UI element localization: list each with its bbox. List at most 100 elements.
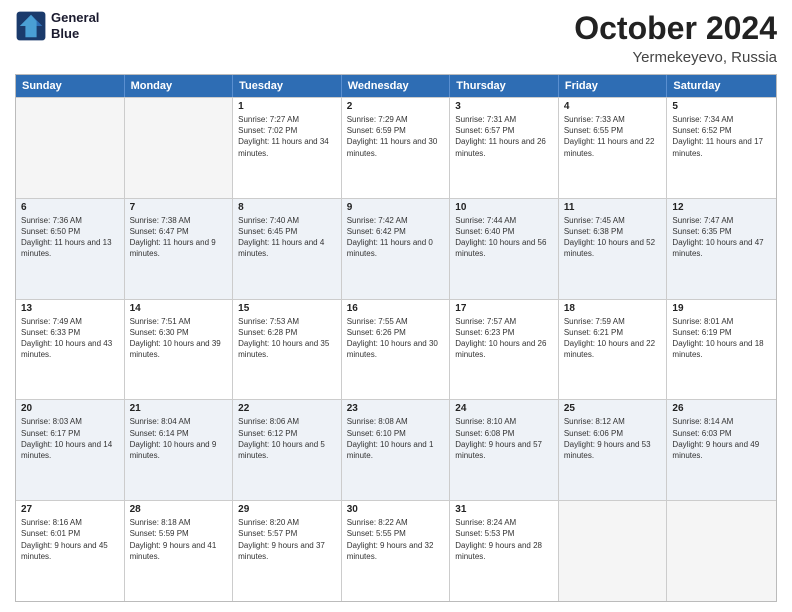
calendar-week-3: 13Sunrise: 7:49 AM Sunset: 6:33 PM Dayli…	[16, 299, 776, 400]
calendar-cell: 3 Sunrise: 7:31 AM Sunset: 6:57 PM Daylig…	[450, 98, 559, 198]
day-number: 15	[238, 303, 336, 314]
day-number: 23	[347, 403, 445, 414]
calendar-cell	[667, 501, 776, 601]
calendar-cell: 5 Sunrise: 7:34 AM Sunset: 6:52 PM Daylig…	[667, 98, 776, 198]
day-number: 7	[130, 202, 228, 213]
day-info: Sunrise: 8:20 AM Sunset: 5:57 PM Dayligh…	[238, 517, 336, 562]
logo-text: General Blue	[51, 10, 99, 41]
day-number: 29	[238, 504, 336, 515]
calendar-cell: 2 Sunrise: 7:29 AM Sunset: 6:59 PM Daylig…	[342, 98, 451, 198]
calendar-header: SundayMondayTuesdayWednesdayThursdayFrid…	[16, 75, 776, 97]
day-number: 3	[455, 101, 553, 112]
calendar-cell: 14Sunrise: 7:51 AM Sunset: 6:30 PM Dayli…	[125, 300, 234, 400]
logo-line2: Blue	[51, 26, 99, 42]
day-number: 25	[564, 403, 662, 414]
calendar-cell: 8Sunrise: 7:40 AM Sunset: 6:45 PM Daylig…	[233, 199, 342, 299]
day-number: 13	[21, 303, 119, 314]
day-info: Sunrise: 7:34 AM Sunset: 6:52 PM Dayligh…	[672, 114, 771, 159]
calendar-cell	[125, 98, 234, 198]
calendar-cell: 31 Sunrise: 8:24 AM Sunset: 5:53 PM Dayli…	[450, 501, 559, 601]
calendar-cell: 22 Sunrise: 8:06 AM Sunset: 6:12 PM Dayli…	[233, 400, 342, 500]
calendar-cell: 4 Sunrise: 7:33 AM Sunset: 6:55 PM Daylig…	[559, 98, 668, 198]
logo-line1: General	[51, 10, 99, 26]
day-info: Sunrise: 8:18 AM Sunset: 5:59 PM Dayligh…	[130, 517, 228, 562]
calendar-week-2: 6 Sunrise: 7:36 AM Sunset: 6:50 PM Daylig…	[16, 198, 776, 299]
calendar-cell: 29 Sunrise: 8:20 AM Sunset: 5:57 PM Dayli…	[233, 501, 342, 601]
calendar-cell	[559, 501, 668, 601]
calendar-cell: 23 Sunrise: 8:08 AM Sunset: 6:10 PM Dayli…	[342, 400, 451, 500]
calendar-cell: 28Sunrise: 8:18 AM Sunset: 5:59 PM Dayli…	[125, 501, 234, 601]
day-number: 17	[455, 303, 553, 314]
header-day-sunday: Sunday	[16, 75, 125, 97]
day-info: Sunrise: 8:08 AM Sunset: 6:10 PM Dayligh…	[347, 416, 445, 461]
day-number: 19	[672, 303, 771, 314]
day-info: Sunrise: 8:04 AM Sunset: 6:14 PM Dayligh…	[130, 416, 228, 461]
calendar-cell: 1 Sunrise: 7:27 AM Sunset: 7:02 PM Daylig…	[233, 98, 342, 198]
header-day-friday: Friday	[559, 75, 668, 97]
calendar-cell: 11 Sunrise: 7:45 AM Sunset: 6:38 PM Dayli…	[559, 199, 668, 299]
day-info: Sunrise: 7:57 AM Sunset: 6:23 PM Dayligh…	[455, 316, 553, 361]
day-number: 5	[672, 101, 771, 112]
day-number: 12	[672, 202, 771, 213]
day-number: 21	[130, 403, 228, 414]
day-info: Sunrise: 7:33 AM Sunset: 6:55 PM Dayligh…	[564, 114, 662, 159]
calendar-cell: 16Sunrise: 7:55 AM Sunset: 6:26 PM Dayli…	[342, 300, 451, 400]
calendar-cell: 18Sunrise: 7:59 AM Sunset: 6:21 PM Dayli…	[559, 300, 668, 400]
calendar-cell: 13Sunrise: 7:49 AM Sunset: 6:33 PM Dayli…	[16, 300, 125, 400]
day-info: Sunrise: 7:31 AM Sunset: 6:57 PM Dayligh…	[455, 114, 553, 159]
calendar-body: 1 Sunrise: 7:27 AM Sunset: 7:02 PM Daylig…	[16, 97, 776, 601]
day-number: 6	[21, 202, 119, 213]
header: General Blue October 2024 Yermekeyevo, R…	[15, 10, 777, 66]
day-number: 8	[238, 202, 336, 213]
calendar-cell: 10Sunrise: 7:44 AM Sunset: 6:40 PM Dayli…	[450, 199, 559, 299]
calendar-cell: 21 Sunrise: 8:04 AM Sunset: 6:14 PM Dayli…	[125, 400, 234, 500]
day-info: Sunrise: 7:59 AM Sunset: 6:21 PM Dayligh…	[564, 316, 662, 361]
day-number: 1	[238, 101, 336, 112]
day-info: Sunrise: 8:01 AM Sunset: 6:19 PM Dayligh…	[672, 316, 771, 361]
calendar-cell: 6 Sunrise: 7:36 AM Sunset: 6:50 PM Daylig…	[16, 199, 125, 299]
logo-icon	[15, 10, 47, 42]
calendar-cell: 27 Sunrise: 8:16 AM Sunset: 6:01 PM Dayli…	[16, 501, 125, 601]
day-info: Sunrise: 8:12 AM Sunset: 6:06 PM Dayligh…	[564, 416, 662, 461]
day-info: Sunrise: 8:06 AM Sunset: 6:12 PM Dayligh…	[238, 416, 336, 461]
calendar-week-1: 1 Sunrise: 7:27 AM Sunset: 7:02 PM Daylig…	[16, 97, 776, 198]
day-info: Sunrise: 7:45 AM Sunset: 6:38 PM Dayligh…	[564, 215, 662, 260]
calendar-cell: 30Sunrise: 8:22 AM Sunset: 5:55 PM Dayli…	[342, 501, 451, 601]
day-number: 31	[455, 504, 553, 515]
calendar-week-5: 27 Sunrise: 8:16 AM Sunset: 6:01 PM Dayli…	[16, 500, 776, 601]
header-day-monday: Monday	[125, 75, 234, 97]
calendar-cell: 15 Sunrise: 7:53 AM Sunset: 6:28 PM Dayli…	[233, 300, 342, 400]
day-info: Sunrise: 8:03 AM Sunset: 6:17 PM Dayligh…	[21, 416, 119, 461]
day-number: 2	[347, 101, 445, 112]
day-info: Sunrise: 7:47 AM Sunset: 6:35 PM Dayligh…	[672, 215, 771, 260]
header-day-thursday: Thursday	[450, 75, 559, 97]
day-info: Sunrise: 7:38 AM Sunset: 6:47 PM Dayligh…	[130, 215, 228, 260]
day-info: Sunrise: 8:24 AM Sunset: 5:53 PM Dayligh…	[455, 517, 553, 562]
day-info: Sunrise: 7:29 AM Sunset: 6:59 PM Dayligh…	[347, 114, 445, 159]
day-number: 16	[347, 303, 445, 314]
day-number: 24	[455, 403, 553, 414]
calendar-cell: 12 Sunrise: 7:47 AM Sunset: 6:35 PM Dayli…	[667, 199, 776, 299]
day-number: 11	[564, 202, 662, 213]
calendar-cell: 25 Sunrise: 8:12 AM Sunset: 6:06 PM Dayli…	[559, 400, 668, 500]
calendar-week-4: 20 Sunrise: 8:03 AM Sunset: 6:17 PM Dayli…	[16, 399, 776, 500]
location-title: Yermekeyevo, Russia	[574, 49, 777, 66]
day-info: Sunrise: 8:14 AM Sunset: 6:03 PM Dayligh…	[672, 416, 771, 461]
day-number: 22	[238, 403, 336, 414]
calendar-cell: 20 Sunrise: 8:03 AM Sunset: 6:17 PM Dayli…	[16, 400, 125, 500]
header-day-wednesday: Wednesday	[342, 75, 451, 97]
day-info: Sunrise: 7:53 AM Sunset: 6:28 PM Dayligh…	[238, 316, 336, 361]
day-info: Sunrise: 7:36 AM Sunset: 6:50 PM Dayligh…	[21, 215, 119, 260]
day-info: Sunrise: 7:27 AM Sunset: 7:02 PM Dayligh…	[238, 114, 336, 159]
day-info: Sunrise: 7:51 AM Sunset: 6:30 PM Dayligh…	[130, 316, 228, 361]
calendar: SundayMondayTuesdayWednesdayThursdayFrid…	[15, 74, 777, 602]
header-day-saturday: Saturday	[667, 75, 776, 97]
title-block: October 2024 Yermekeyevo, Russia	[574, 10, 777, 66]
calendar-cell: 26Sunrise: 8:14 AM Sunset: 6:03 PM Dayli…	[667, 400, 776, 500]
day-info: Sunrise: 8:16 AM Sunset: 6:01 PM Dayligh…	[21, 517, 119, 562]
day-number: 4	[564, 101, 662, 112]
day-info: Sunrise: 8:10 AM Sunset: 6:08 PM Dayligh…	[455, 416, 553, 461]
calendar-cell: 7 Sunrise: 7:38 AM Sunset: 6:47 PM Daylig…	[125, 199, 234, 299]
day-number: 20	[21, 403, 119, 414]
day-number: 27	[21, 504, 119, 515]
